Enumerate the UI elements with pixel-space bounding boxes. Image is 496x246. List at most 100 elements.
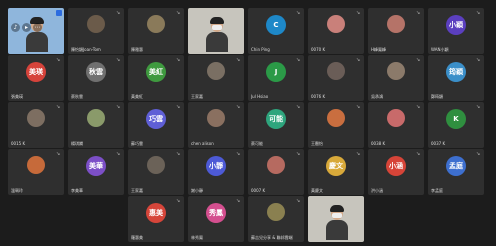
participant-tile[interactable]: J ↘ Jul Hsiao: [248, 55, 304, 101]
participant-tile[interactable]: C ↘ Chin Ping: [248, 8, 304, 54]
avatar: 小穎: [446, 15, 466, 35]
avatar: 秋雲: [86, 62, 106, 82]
participant-tile[interactable]: 小靜 ↘ 謝小靜: [188, 149, 244, 195]
video-icon[interactable]: ▸: [22, 23, 31, 32]
mic-muted-icon: ↘: [236, 198, 241, 204]
participant-tile[interactable]: ↘ 陳怡穎Joan-Tom: [68, 8, 124, 54]
participant-tile[interactable]: ↘ 0070 K: [308, 8, 364, 54]
participant-tile[interactable]: ↘ H峰鳳峰: [368, 8, 424, 54]
participant-tile[interactable]: ↘ 王家嘉: [128, 149, 184, 195]
avatar: 美瑛: [26, 62, 46, 82]
participant-tile[interactable]: [308, 196, 364, 242]
participant-tile[interactable]: 小涵 ↘ 洪小涵: [368, 149, 424, 195]
participant-name: 李孟庭: [431, 188, 443, 193]
participant-tile[interactable]: ↘ 陳雅惠: [128, 8, 184, 54]
mic-muted-icon: ↘: [476, 104, 481, 110]
mic-muted-icon: ↘: [296, 151, 301, 157]
participant-tile[interactable]: 美華 ↘ 李美華: [68, 149, 124, 195]
participant-tile[interactable]: ↘ 王家嘉: [188, 55, 244, 101]
participant-tile[interactable]: 可能 ↘ 蔡可能: [248, 102, 304, 148]
avatar: [87, 109, 105, 127]
participant-name: 陳雅惠: [131, 47, 143, 52]
avatar: [387, 109, 405, 127]
mic-muted-icon: ↘: [296, 57, 301, 63]
mic-muted-icon: ↘: [176, 151, 181, 157]
gallery-view: ♪ ▸ ⋯ ↘ 陳怡穎Joan-Tom ↘ 陳雅惠 C ↘ Chin Ping ↘ 0070 K ↘ H峰…: [8, 8, 490, 242]
participant-video-feed: [206, 17, 228, 52]
participant-name: 0007 K: [251, 188, 266, 193]
mic-muted-icon: ↘: [236, 57, 241, 63]
participant-tile[interactable]: K ↘ 0037 K: [428, 102, 484, 148]
mic-muted-icon: ↘: [116, 104, 121, 110]
mic-muted-icon: ↘: [416, 151, 421, 157]
more-icon[interactable]: ⋯: [33, 23, 42, 32]
avatar: 慶文: [326, 156, 346, 176]
participant-name: 洪小涵: [371, 188, 383, 193]
mic-muted-icon: ↘: [476, 151, 481, 157]
participant-name: 蔡秋雲: [71, 94, 83, 99]
participant-tile[interactable]: ↘ 蘇吉兒分享 & 聯邦雲端: [248, 196, 304, 242]
avatar: [267, 156, 285, 174]
participant-name: 鄭筠穎: [431, 94, 443, 99]
participant-name: 溫珮玲: [11, 188, 23, 193]
participant-tile[interactable]: 孟庭 ↘ 李孟庭: [428, 149, 484, 195]
mic-icon[interactable]: ♪: [11, 23, 20, 32]
participant-tile[interactable]: 秀鳳 ↘ 林秀鳳: [188, 196, 244, 242]
avatar: 筠穎: [446, 62, 466, 82]
mic-muted-icon: ↘: [116, 10, 121, 16]
mic-muted-icon: ↘: [56, 151, 61, 157]
participant-tile[interactable]: 慶文 ↘ 黃慶文: [308, 149, 364, 195]
participant-name: chen alison: [191, 141, 214, 146]
participant-tile[interactable]: ↘ chen alison: [188, 102, 244, 148]
avatar: 美華: [86, 156, 106, 176]
mic-muted-icon: ↘: [296, 104, 301, 110]
participant-name: 謝小靜: [191, 188, 203, 193]
participant-tile[interactable]: 美紅 ↘ 黃美紅: [128, 55, 184, 101]
mic-muted-icon: ↘: [416, 104, 421, 110]
participant-name: 0037 K: [431, 141, 446, 146]
participant-name: Chin Ping: [251, 47, 270, 52]
avatar: 秀鳳: [206, 203, 226, 223]
participant-name: 楊琪嫻: [71, 141, 83, 146]
participant-tile[interactable]: ↘ 0015 K: [8, 102, 64, 148]
participant-tile[interactable]: 小穎 ↘ WAN小穎: [428, 8, 484, 54]
mic-muted-icon: ↘: [56, 57, 61, 63]
avatar: 可能: [266, 109, 286, 129]
participant-tile[interactable]: [188, 8, 244, 54]
participant-tile[interactable]: ↘ 0038 K: [368, 102, 424, 148]
participant-name: 吳承鴻: [371, 94, 383, 99]
participant-name: 王罄怡: [311, 141, 323, 146]
participant-name: 林秀鳳: [191, 235, 203, 240]
participant-name: Jul Hsiao: [251, 94, 269, 99]
mic-muted-icon: ↘: [236, 104, 241, 110]
participant-tile[interactable]: ↘ 吳承鴻: [368, 55, 424, 101]
participant-name: 王家嘉: [131, 188, 143, 193]
participant-tile[interactable]: 秋雲 ↘ 蔡秋雲: [68, 55, 124, 101]
mic-muted-icon: ↘: [176, 57, 181, 63]
avatar: [327, 62, 345, 80]
participant-tile[interactable]: ↘ 0007 K: [248, 149, 304, 195]
avatar: [387, 62, 405, 80]
participant-tile[interactable]: ↘ 0076 K: [308, 55, 364, 101]
mic-muted-icon: ↘: [356, 151, 361, 157]
participant-name: 黃美紅: [131, 94, 143, 99]
avatar: 小靜: [206, 156, 226, 176]
participant-tile[interactable]: 巧雲 ↘ 蘇巧雲: [128, 102, 184, 148]
participant-tile[interactable]: 惠美 ↘ 羅惠美: [128, 196, 184, 242]
pin-icon[interactable]: [56, 10, 62, 16]
avatar: [27, 109, 45, 127]
mic-muted-icon: ↘: [176, 104, 181, 110]
participant-name: 羅惠美: [131, 235, 143, 240]
participant-tile[interactable]: ↘ 楊琪嫻: [68, 102, 124, 148]
participant-tile[interactable]: ♪ ▸ ⋯: [8, 8, 64, 54]
participant-tile[interactable]: ↘ 王罄怡: [308, 102, 364, 148]
mic-muted-icon: ↘: [176, 198, 181, 204]
participant-tile[interactable]: 筠穎 ↘ 鄭筠穎: [428, 55, 484, 101]
mic-muted-icon: ↘: [116, 151, 121, 157]
participant-tile[interactable]: ↘ 溫珮玲: [8, 149, 64, 195]
mic-muted-icon: ↘: [416, 57, 421, 63]
participant-video-feed: [326, 205, 348, 240]
mic-muted-icon: ↘: [356, 10, 361, 16]
participant-tile[interactable]: 美瑛 ↘ 張美瑛: [8, 55, 64, 101]
mic-muted-icon: ↘: [116, 57, 121, 63]
